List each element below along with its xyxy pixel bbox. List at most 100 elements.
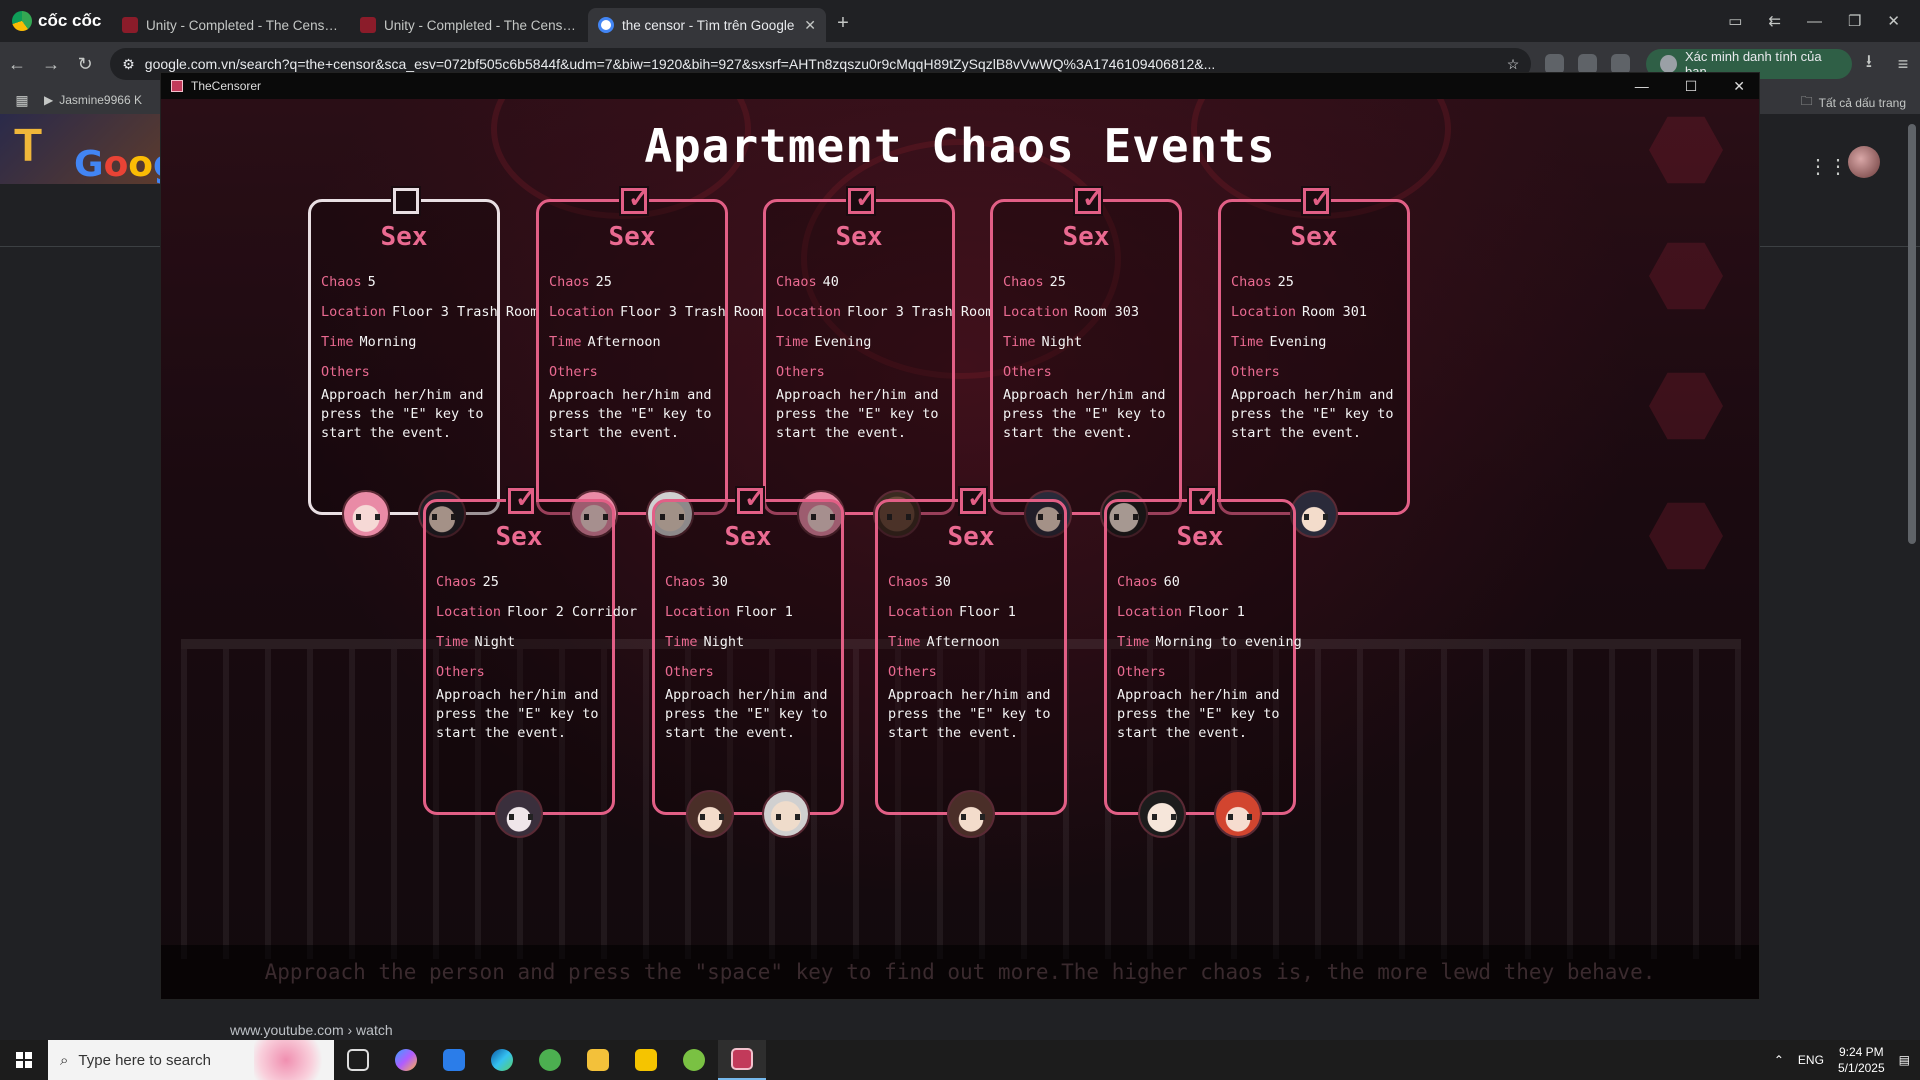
event-card[interactable]: ✓ Sex Chaos 25 Location Room 303 Time Night… — [990, 185, 1182, 538]
completion-checkbox: ✓ — [1187, 485, 1218, 516]
close-tab-icon[interactable]: ✕ — [804, 17, 816, 34]
event-chaos-row: Chaos 60 — [1117, 574, 1180, 590]
event-card[interactable]: ✓ Sex Chaos 25 Location Floor 2 Corridor T… — [423, 485, 637, 838]
event-others-row: Others — [321, 364, 376, 380]
bookmark-favicon-icon: ▶ — [44, 93, 54, 107]
tab-favicon-icon — [122, 17, 138, 33]
event-chaos-label: Chaos — [1003, 274, 1044, 290]
reload-button[interactable]: ↻ — [68, 46, 102, 82]
task-view-icon[interactable] — [334, 1040, 382, 1080]
event-others-row: Others — [1117, 664, 1172, 680]
tab-unity-2[interactable]: Unity - Completed - The Censor [v — [350, 8, 588, 42]
event-card[interactable]: ✓ Sex Chaos 25 Location Room 301 Time Eveni… — [1218, 185, 1410, 538]
event-location-value: Room 301 — [1302, 304, 1368, 320]
event-chaos-value: 25 — [595, 274, 612, 290]
event-description: Approach her/him and press the "E" key t… — [436, 687, 599, 741]
bookmark-label: Jasmine9966 K — [59, 93, 142, 107]
tray-chevron-icon[interactable]: ⌃ — [1774, 1053, 1784, 1067]
back-button[interactable]: ← — [0, 46, 34, 82]
windows-taskbar: ⌕ Type here to search ⌃ ENG 9:24 PM 5/1/… — [0, 1040, 1920, 1080]
event-time-label: Time — [888, 634, 921, 650]
completion-checkbox: ✓ — [958, 485, 989, 516]
app-green-icon[interactable] — [670, 1040, 718, 1080]
event-title: Sex — [724, 522, 772, 552]
result-url-hint[interactable]: www.youtube.com › watch — [230, 1022, 393, 1038]
extensions-puzzle-icon[interactable] — [1611, 54, 1631, 74]
restore-button[interactable]: ❐ — [1848, 12, 1861, 30]
event-chaos-label: Chaos — [1231, 274, 1272, 290]
browser-brand[interactable]: cốc cốc — [0, 0, 112, 42]
checkmark-icon: ✓ — [1310, 183, 1332, 213]
coccoc-browser-icon[interactable] — [526, 1040, 574, 1080]
event-title: Sex — [495, 522, 543, 552]
character-portrait-masked-girl — [495, 790, 543, 838]
event-time-row: Time Morning to evening — [1117, 634, 1302, 650]
event-title: Sex — [380, 222, 428, 252]
bookmark-star-icon[interactable]: ☆ — [1507, 56, 1520, 73]
account-avatar[interactable] — [1848, 146, 1880, 178]
event-others-label: Others — [776, 364, 825, 380]
notifications-icon[interactable]: ▤ — [1899, 1053, 1910, 1067]
language-indicator[interactable]: ENG — [1798, 1053, 1824, 1067]
game-close-button[interactable]: ✕ — [1733, 78, 1745, 95]
extension-icon[interactable] — [1578, 54, 1598, 74]
event-others-label: Others — [1003, 364, 1052, 380]
tab-unity-1[interactable]: Unity - Completed - The Censor [v — [112, 8, 350, 42]
thecensorer-taskbar-icon[interactable] — [718, 1040, 766, 1080]
back-history-icon[interactable]: ⇇ — [1768, 12, 1781, 30]
cast-icon[interactable]: ▭ — [1728, 12, 1742, 30]
new-tab-button[interactable]: + — [826, 6, 860, 40]
page-scrollbar[interactable] — [1908, 124, 1916, 544]
start-button[interactable] — [0, 1040, 48, 1080]
completion-checkbox: ✓ — [1301, 183, 1332, 216]
event-card[interactable]: ✓ Sex Chaos 40 Location Floor 3 Trash Room… — [763, 185, 993, 538]
event-description: Approach her/him and press the "E" key t… — [549, 387, 712, 441]
all-bookmarks-button[interactable]: 🗀 Tất cả dấu trang — [1801, 92, 1906, 113]
extension-icon[interactable] — [1545, 54, 1565, 74]
event-time-row: Time Afternoon — [888, 634, 1000, 650]
store-icon[interactable] — [430, 1040, 478, 1080]
event-description: Approach her/him and press the "E" key t… — [665, 687, 828, 741]
event-time-value: Afternoon — [926, 634, 1000, 650]
game-maximize-button[interactable]: ☐ — [1685, 78, 1698, 95]
minimize-button[interactable]: — — [1807, 13, 1822, 30]
event-card[interactable]: ✓ Sex Chaos 30 Location Floor 1 Time Night … — [652, 485, 844, 838]
event-chaos-label: Chaos — [888, 574, 929, 590]
event-characters — [878, 790, 1064, 838]
copilot-icon[interactable] — [382, 1040, 430, 1080]
event-location-row: Location Room 303 — [1003, 304, 1139, 320]
event-location-label: Location — [888, 604, 954, 620]
character-portrait-brown-hair-girl — [686, 790, 734, 838]
file-explorer-icon[interactable] — [574, 1040, 622, 1080]
apps-grid-icon[interactable]: ▦ — [0, 92, 44, 109]
event-location-label: Location — [549, 304, 615, 320]
event-time-label: Time — [436, 634, 469, 650]
event-location-value: Floor 3 Trash Room — [847, 304, 994, 320]
tab-google-search[interactable]: the censor - Tìm trên Google ✕ — [588, 8, 826, 42]
forward-button[interactable]: → — [34, 46, 68, 82]
game-minimize-button[interactable]: — — [1635, 78, 1649, 94]
download-icon[interactable]: ⭳ — [1852, 46, 1886, 82]
event-chaos-value: 40 — [822, 274, 839, 290]
game-titlebar[interactable]: TheCensorer — ☐ ✕ — [161, 73, 1759, 99]
app-yellow-icon[interactable] — [622, 1040, 670, 1080]
search-placeholder: Type here to search — [78, 1051, 211, 1069]
event-description: Approach her/him and press the "E" key t… — [321, 387, 484, 441]
event-card[interactable]: ✓ Sex Chaos 25 Location Floor 3 Trash Room… — [536, 185, 766, 538]
event-card[interactable]: ✓ Sex Chaos 30 Location Floor 1 Time Aftern… — [875, 485, 1067, 838]
event-card[interactable]: ✓ Sex Chaos 60 Location Floor 1 Time Mornin… — [1104, 485, 1302, 838]
edge-icon[interactable] — [478, 1040, 526, 1080]
character-portrait-glasses-man — [1138, 790, 1186, 838]
completion-checkbox — [391, 186, 421, 216]
site-info-icon[interactable]: ⚙ — [122, 56, 135, 73]
event-card[interactable]: Sex Chaos 5 Location Floor 3 Trash Room Ti… — [308, 186, 538, 538]
checkmark-icon: ✓ — [515, 483, 537, 513]
event-time-row: Time Evening — [1231, 334, 1326, 350]
event-chaos-value: 25 — [482, 574, 499, 590]
close-window-button[interactable]: ✕ — [1887, 12, 1900, 30]
event-time-label: Time — [321, 334, 354, 350]
clock[interactable]: 9:24 PM 5/1/2025 — [1838, 1044, 1885, 1076]
bookmark-item[interactable]: ▶ Jasmine9966 K — [44, 93, 142, 107]
menu-icon[interactable]: ≡ — [1886, 46, 1920, 82]
taskbar-search[interactable]: ⌕ Type here to search — [48, 1040, 334, 1080]
